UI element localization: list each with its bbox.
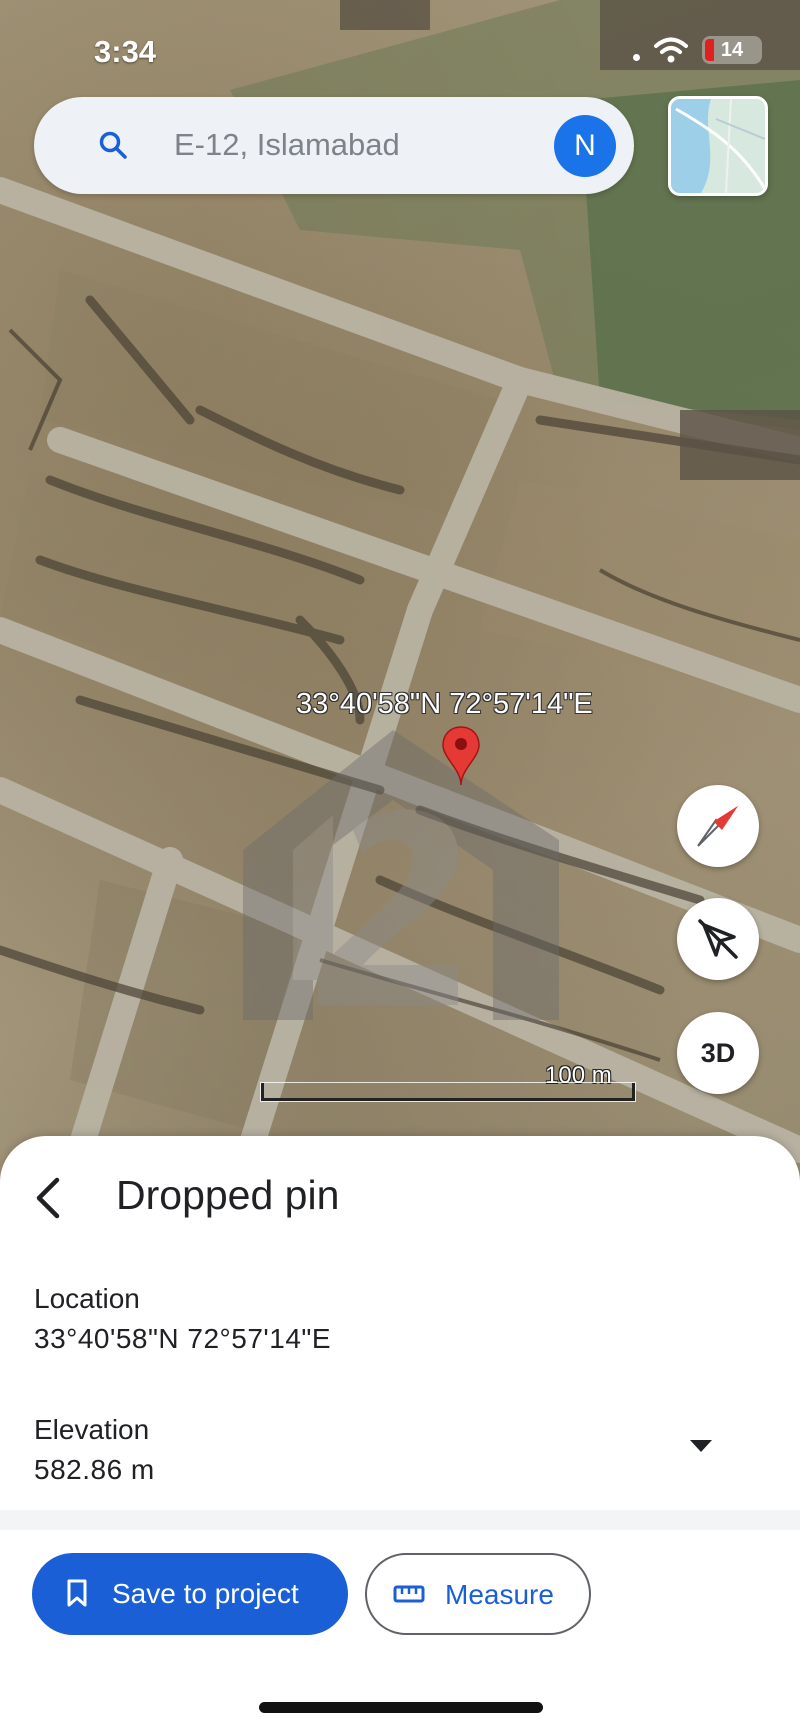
measure-label: Measure [445, 1579, 554, 1610]
avatar[interactable]: N [554, 115, 616, 177]
status-time: 3:34 [94, 34, 157, 69]
compass-button[interactable] [677, 785, 759, 867]
map-view[interactable]: 3:34 14 N [0, 0, 800, 1200]
dropdown-icon[interactable] [688, 1438, 714, 1454]
place-details-sheet[interactable]: Dropped pin Location 33°40'58"N 72°57'14… [0, 1136, 800, 1731]
tilt-toggle-button[interactable] [677, 898, 759, 980]
tilt-off-icon [698, 919, 738, 959]
layers-icon [671, 99, 765, 193]
ruler-icon [393, 1585, 425, 1603]
save-to-project-button[interactable]: Save to project [32, 1553, 348, 1635]
layers-button[interactable] [668, 96, 768, 196]
sheet-title: Dropped pin [116, 1172, 340, 1218]
wifi-icon [654, 37, 688, 63]
back-button[interactable] [26, 1171, 70, 1225]
search-bar[interactable]: N [34, 97, 634, 194]
map-pin-icon[interactable] [441, 725, 481, 787]
zameen-watermark-logo [243, 730, 559, 1020]
home-indicator[interactable] [259, 1702, 543, 1713]
bookmark-icon [67, 1579, 87, 1607]
battery-level: 14 [720, 38, 744, 61]
battery-icon: 14 [702, 36, 762, 64]
scale-bar [261, 1083, 635, 1101]
location-label: Location [34, 1283, 140, 1314]
elevation-label: Elevation [34, 1414, 150, 1445]
search-icon[interactable] [98, 130, 128, 160]
location-value: 33°40'58"N 72°57'14"E [34, 1323, 332, 1354]
signal-dot [633, 53, 640, 61]
elevation-value: 582.86 m [34, 1454, 155, 1485]
section-divider [0, 1510, 800, 1530]
status-icons: 14 [633, 36, 762, 64]
search-input[interactable] [174, 123, 554, 167]
3d-view-button[interactable]: 3D [677, 1012, 759, 1094]
measure-button[interactable]: Measure [365, 1553, 591, 1635]
back-arrow-icon [36, 1177, 60, 1219]
save-to-project-label: Save to project [112, 1578, 299, 1609]
compass-icon [697, 806, 738, 847]
pin-coordinates-label: 33°40'58"N 72°57'14"E [296, 688, 593, 720]
